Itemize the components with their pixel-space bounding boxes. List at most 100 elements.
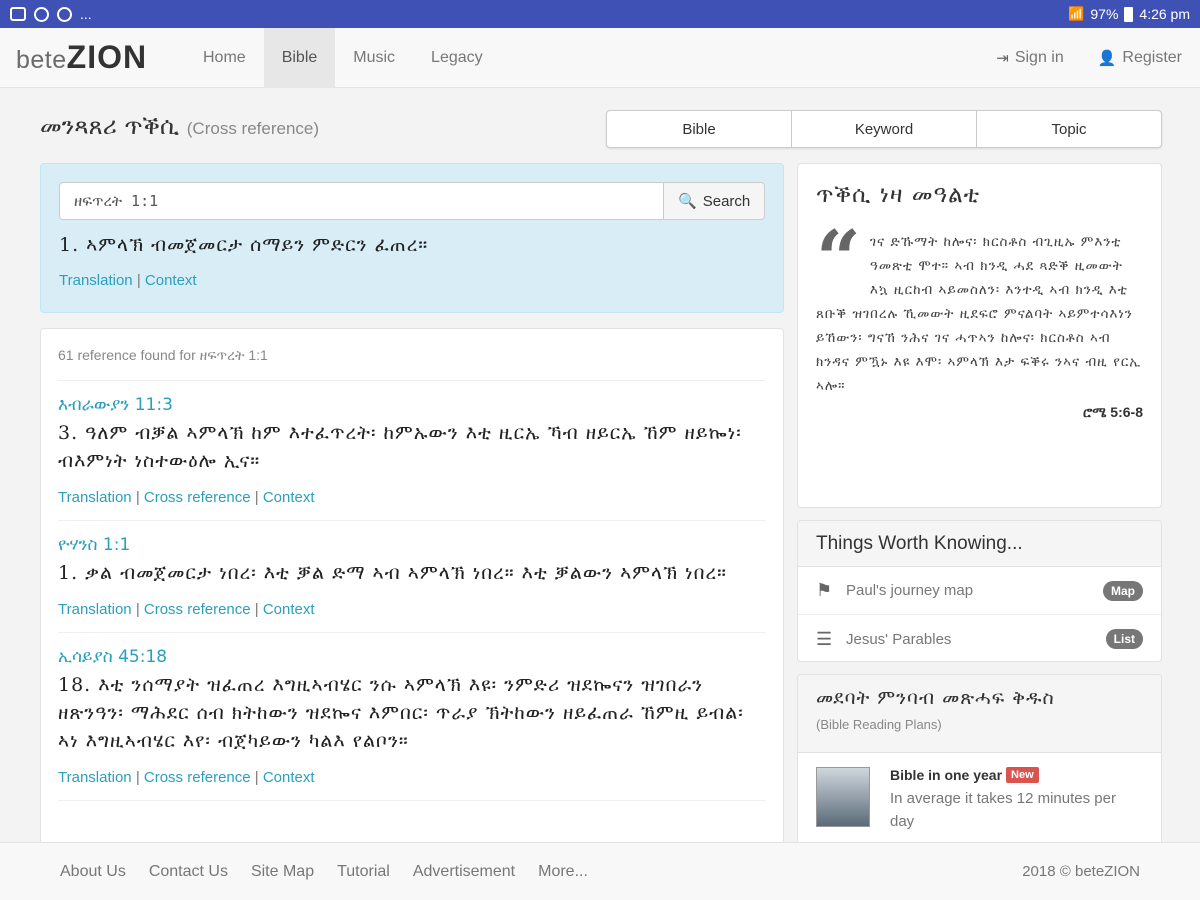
footer-copyright: 2018 © beteZION — [1022, 863, 1140, 880]
plan-description: In average it takes 12 minutes per day — [890, 790, 1116, 830]
cross-reference-results: 61 reference found for ዘፍጥረት 1:1 እብራውያን … — [40, 328, 784, 848]
page-title-text: መንጻጸሪ ጥቕሲ — [40, 112, 180, 140]
list-item[interactable]: ⚑ Paul's journey map Map — [798, 567, 1161, 615]
nav-bible[interactable]: Bible — [263, 27, 336, 88]
register-link[interactable]: 👤 Register — [1098, 49, 1182, 67]
item-label: Jesus' Parables — [846, 630, 952, 648]
reading-plans-header: መደባት ምንባብ መጽሓፍ ቅዱስ (Bible Reading Plans) — [798, 675, 1161, 753]
search-panel: 🔍 Search 1. ኣምላኽ ብመጀመርታ ሰማይን ምድርን ፈጠረ። T… — [40, 163, 784, 313]
messenger-notification-icon — [57, 6, 72, 22]
footer-about-us[interactable]: About Us — [60, 863, 126, 881]
nav-legacy[interactable]: Legacy — [413, 28, 501, 88]
nav-home[interactable]: Home — [185, 28, 264, 88]
footer-advertisement[interactable]: Advertisement — [413, 863, 515, 881]
context-link[interactable]: Context — [145, 272, 197, 289]
reference-links: Translation | Cross reference | Context — [58, 489, 315, 506]
item-badge: List — [1105, 629, 1143, 649]
status-notifications: ... — [10, 6, 92, 22]
search-row: 🔍 Search — [59, 182, 765, 220]
things-worth-knowing-title: Things Worth Knowing... — [798, 521, 1161, 567]
clock: 4:26 pm — [1139, 6, 1190, 22]
quote-icon: “ — [816, 214, 862, 305]
list-icon: ☰ — [816, 628, 833, 649]
selected-verse-text: 1. ኣምላኽ ብመጀመርታ ሰማይን ምድርን ፈጠረ። — [59, 234, 429, 256]
verse-links: Translation | Context — [59, 272, 197, 289]
reference-text: 3. ዓለም ብቓል ኣምላኽ ከም እተፈጥረት፡ ከምኡውን እቲ ዚርኤ … — [58, 422, 742, 472]
reference-link[interactable]: ኢሳይያስ 45:18 — [58, 647, 765, 667]
context-link[interactable]: Context — [263, 769, 315, 786]
verse-search-input[interactable] — [59, 182, 664, 220]
cross-reference-link[interactable]: Cross reference — [144, 769, 251, 786]
tab-topic[interactable]: Topic — [977, 111, 1161, 147]
search-button[interactable]: 🔍 Search — [663, 182, 765, 220]
nav-music[interactable]: Music — [335, 28, 413, 88]
footer-contact-us[interactable]: Contact Us — [149, 863, 228, 881]
plan-thumbnail — [816, 767, 870, 827]
translation-link[interactable]: Translation — [59, 272, 133, 289]
sign-in-link[interactable]: ⇥ Sign in — [996, 49, 1064, 67]
context-link[interactable]: Context — [263, 489, 315, 506]
plan-name: Bible in one year New — [890, 767, 1143, 783]
verse-of-the-day-card: ጥቕሲ ነዛ መዓልቲ “ ገና ድኹማት ከሎና፡ ክርስቶስ ብጊዚኡ ምእ… — [797, 163, 1162, 508]
signpost-icon: ⚑ — [816, 580, 833, 600]
page-title: መንጻጸሪ ጥቕሲ (Cross reference) — [40, 112, 319, 140]
search-button-label: Search — [702, 192, 751, 210]
reference-links: Translation | Cross reference | Context — [58, 769, 315, 786]
account-nav: ⇥ Sign in 👤 Register — [996, 49, 1200, 67]
plan-info: Bible in one year New In average it take… — [890, 767, 1143, 833]
verse-of-the-day-text: ገና ድኹማት ከሎና፡ ክርስቶስ ብጊዚኡ ምእንቲ ዓመጽቲ ሞተ። ኣብ… — [816, 234, 1142, 394]
battery-icon — [1124, 6, 1134, 22]
translation-link[interactable]: Translation — [58, 769, 132, 786]
sign-in-label: Sign in — [1014, 48, 1064, 66]
reference-text: 1. ቃል ብመጀመርታ ነበረ፡ እቲ ቓል ድማ ኣብ ኣምላኽ ነበረ። … — [58, 562, 727, 584]
footer-tutorial[interactable]: Tutorial — [337, 863, 390, 881]
brand-light: bete — [16, 46, 67, 74]
more-notifications: ... — [80, 6, 92, 22]
page-subtitle: (Cross reference) — [186, 119, 320, 138]
reference-text: 18. እቲ ንሰማያት ዝፈጠረ እግዚኣብሄር ንሱ ኣምላኽ እዩ፡ ንም… — [58, 674, 744, 752]
cross-reference-link[interactable]: Cross reference — [144, 601, 251, 618]
brand-bold: ZION — [66, 39, 148, 75]
tab-keyword[interactable]: Keyword — [792, 111, 977, 147]
footer-site-map[interactable]: Site Map — [251, 863, 314, 881]
reading-plans-card: መደባት ምንባብ መጽሓፍ ቅዱስ (Bible Reading Plans)… — [797, 674, 1162, 854]
footer: About Us Contact Us Site Map Tutorial Ad… — [0, 842, 1200, 900]
app-notification-icon — [34, 6, 49, 22]
list-item: ኢሳይያስ 45:18 18. እቲ ንሰማያት ዝፈጠረ እግዚኣብሄር ንሱ… — [58, 633, 765, 801]
sign-in-icon: ⇥ — [996, 49, 1009, 67]
context-link[interactable]: Context — [263, 601, 315, 618]
top-navbar: bete ZION Home Bible Music Legacy ⇥ Sign… — [0, 27, 1200, 88]
user-plus-icon: 👤 — [1097, 49, 1117, 67]
reading-plans-title: መደባት ምንባብ መጽሓፍ ቅዱስ — [816, 687, 1055, 709]
list-item[interactable]: Bible in one year New In average it take… — [798, 753, 1161, 847]
verse-of-the-day-reference[interactable]: ሮሜ 5:6-8 — [816, 404, 1143, 421]
footer-more[interactable]: More... — [538, 863, 588, 881]
tab-bible[interactable]: Bible — [607, 111, 792, 147]
list-item[interactable]: ☰ Jesus' Parables List — [798, 615, 1161, 661]
reference-link[interactable]: እብራውያን 11:3 — [58, 395, 765, 415]
search-mode-tabs: Bible Keyword Topic — [606, 110, 1162, 148]
verse-of-the-day-body: “ ገና ድኹማት ከሎና፡ ክርስቶስ ብጊዚኡ ምእንቲ ዓመጽቲ ሞተ። … — [816, 214, 1143, 398]
cross-reference-link[interactable]: Cross reference — [144, 489, 251, 506]
reference-link[interactable]: ዮሃንስ 1:1 — [58, 535, 765, 555]
register-label: Register — [1122, 48, 1182, 66]
translation-link[interactable]: Translation — [58, 601, 132, 618]
plan-name-text: Bible in one year — [890, 767, 1003, 783]
status-system: 📶 97% 4:26 pm — [1068, 6, 1190, 22]
reading-plans-subtitle: (Bible Reading Plans) — [816, 717, 942, 732]
gallery-notification-icon — [10, 7, 26, 21]
wifi-icon: 📶 — [1068, 6, 1085, 21]
main-nav: Home Bible Music Legacy — [185, 27, 501, 88]
translation-link[interactable]: Translation — [58, 489, 132, 506]
battery-level: 97% — [1090, 6, 1119, 22]
new-badge: New — [1006, 767, 1039, 783]
android-status-bar: ... 📶 97% 4:26 pm — [0, 0, 1200, 28]
reference-links: Translation | Cross reference | Context — [58, 601, 315, 618]
list-item: እብራውያን 11:3 3. ዓለም ብቓል ኣምላኽ ከም እተፈጥረት፡ ከ… — [58, 381, 765, 521]
item-label: Paul's journey map — [846, 582, 974, 599]
verse-of-the-day-title: ጥቕሲ ነዛ መዓልቲ — [816, 182, 981, 208]
list-item: ዮሃንስ 1:1 1. ቃል ብመጀመርታ ነበረ፡ እቲ ቓል ድማ ኣብ ኣ… — [58, 521, 765, 633]
brand-logo[interactable]: bete ZION — [0, 39, 185, 76]
item-badge: Map — [1103, 580, 1143, 601]
things-worth-knowing-card: Things Worth Knowing... ⚑ Paul's journey… — [797, 520, 1162, 662]
